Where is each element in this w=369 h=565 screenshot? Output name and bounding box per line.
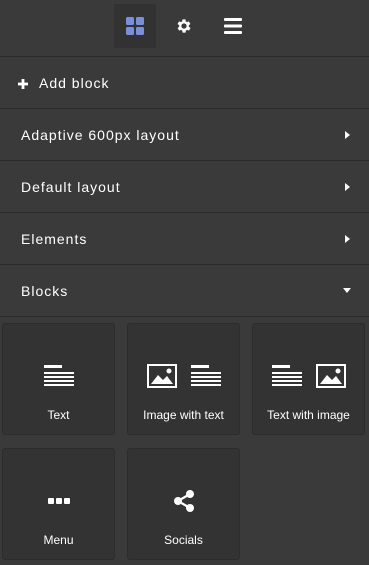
chevron-down-icon [343, 287, 351, 295]
block-tile-text-with-image[interactable]: Text with image [252, 323, 365, 435]
section-label: Blocks [21, 282, 69, 299]
tile-icons [128, 364, 239, 388]
gear-icon [177, 19, 191, 33]
block-tile-label: Text with image [267, 408, 350, 422]
share-icon [173, 490, 194, 512]
block-tile-label: Image with text [143, 408, 224, 422]
dots-icon [47, 498, 70, 504]
section-default-layout[interactable]: Default layout [0, 161, 369, 212]
tile-icons [253, 364, 364, 388]
section-adaptive-layout[interactable]: Adaptive 600px layout [0, 109, 369, 160]
section-elements[interactable]: Elements [0, 213, 369, 264]
block-tile-label: Menu [43, 533, 74, 547]
text-lines-icon [43, 365, 74, 386]
section-label: Elements [21, 230, 88, 247]
block-tile-socials[interactable]: Socials [127, 448, 240, 560]
block-tile-image-with-text[interactable]: Image with text [127, 323, 240, 435]
chevron-right-icon [343, 234, 351, 243]
grid-icon [126, 17, 144, 35]
text-lines-icon [190, 365, 221, 386]
tile-icons [3, 364, 114, 388]
section-blocks[interactable]: Blocks [0, 265, 369, 316]
block-tile-menu[interactable]: Menu [2, 448, 115, 560]
section-label: Default layout [21, 178, 121, 195]
top-toolbar [0, 0, 369, 56]
menu-lines-icon [224, 18, 242, 34]
section-label: Adaptive 600px layout [21, 126, 180, 143]
add-block-button[interactable]: Add block [0, 57, 369, 108]
tile-icons [3, 489, 114, 513]
settings-tab-button[interactable] [163, 4, 205, 48]
block-tile-label: Text [47, 408, 70, 422]
blocks-tab-button[interactable] [114, 4, 156, 48]
block-tile-label: Socials [164, 533, 203, 547]
chevron-right-icon [343, 182, 351, 191]
image-icon [315, 364, 346, 388]
tile-icons [128, 489, 239, 513]
plus-icon [17, 76, 29, 90]
image-icon [146, 364, 177, 388]
text-lines-icon [271, 365, 302, 386]
add-block-label: Add block [39, 74, 110, 91]
chevron-right-icon [343, 130, 351, 139]
block-tile-text[interactable]: Text [2, 323, 115, 435]
structure-tab-button[interactable] [212, 4, 254, 48]
